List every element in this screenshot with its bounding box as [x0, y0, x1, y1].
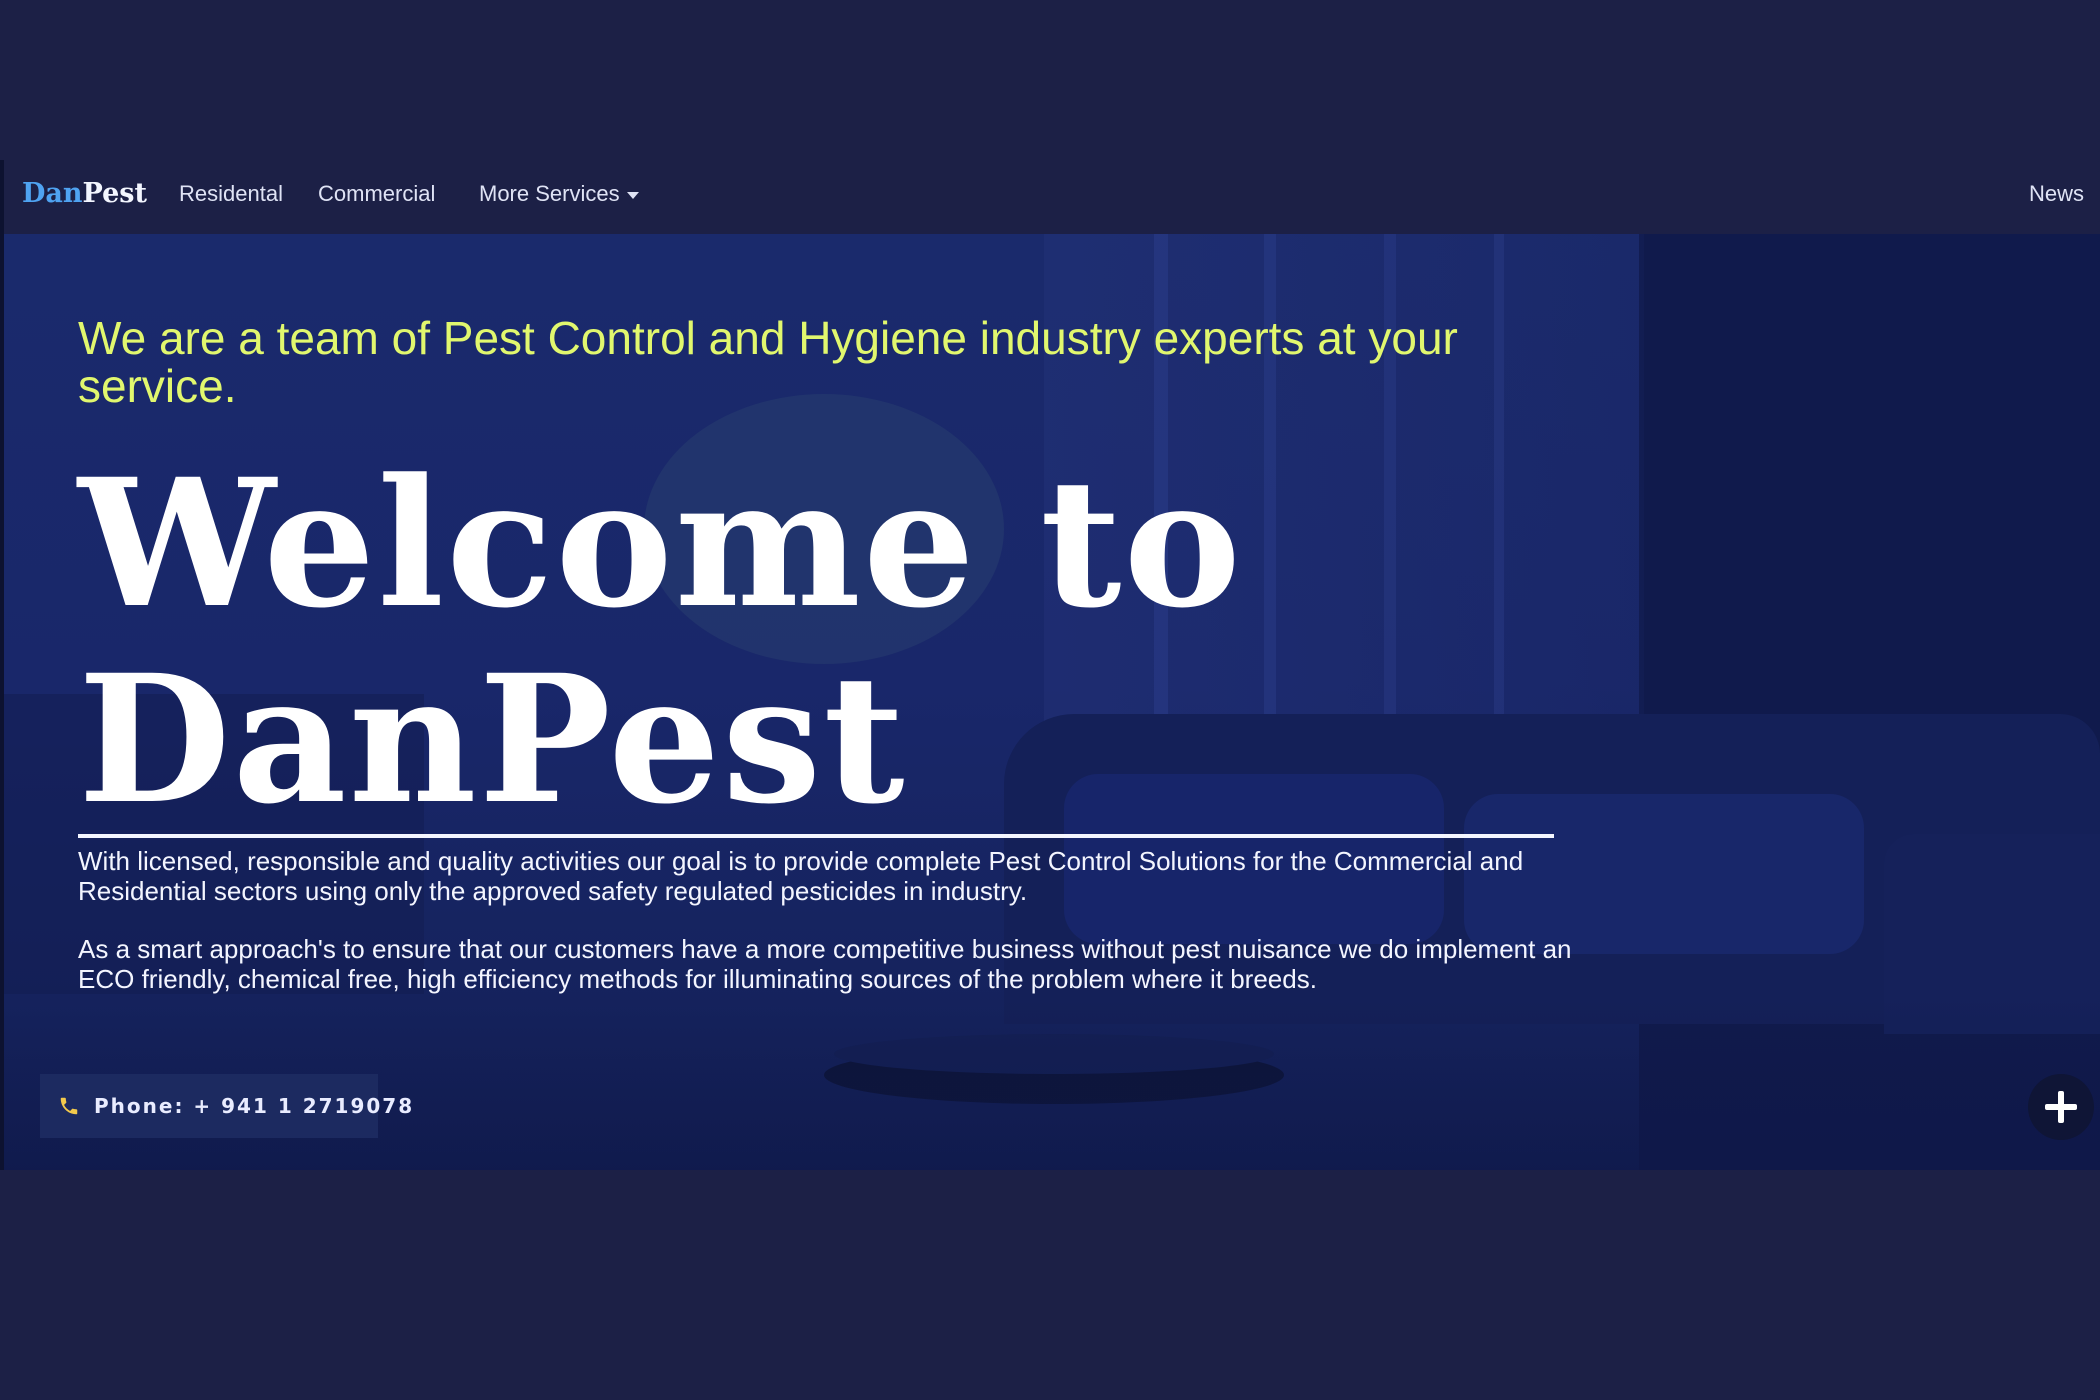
hero-title: Welcome to DanPest [78, 440, 1243, 843]
phone-icon [58, 1095, 80, 1117]
caret-down-icon [626, 191, 639, 199]
phone-label: Phone: + 941 1 2719078 [94, 1094, 415, 1118]
hero-section: We are a team of Pest Control and Hygien… [0, 234, 2100, 1170]
hero-paragraph-approach: As a smart approach's to ensure that our… [78, 934, 1572, 994]
nav-link-residental[interactable]: Residental [179, 179, 283, 209]
top-navbar: DanPest Residental Commercial More Servi… [0, 160, 2100, 234]
hero-divider [78, 834, 1554, 838]
brand-logo[interactable]: DanPest [22, 174, 147, 214]
nav-link-news[interactable]: News [2029, 179, 2084, 209]
floating-action-button[interactable] [2028, 1074, 2094, 1140]
nav-dropdown-label: More Services [479, 181, 620, 206]
hero-tagline: We are a team of Pest Control and Hygien… [78, 312, 1458, 412]
brand-logo-part1: Dan [22, 178, 83, 209]
nav-dropdown-more-services[interactable]: More Services [479, 179, 639, 209]
brand-logo-part2: Pest [82, 178, 147, 209]
nav-link-commercial[interactable]: Commercial [318, 179, 435, 209]
hero-paragraph-goal: With licensed, responsible and quality a… [78, 846, 1524, 906]
plus-icon [2045, 1091, 2077, 1123]
phone-contact-button[interactable]: Phone: + 941 1 2719078 [40, 1074, 412, 1138]
